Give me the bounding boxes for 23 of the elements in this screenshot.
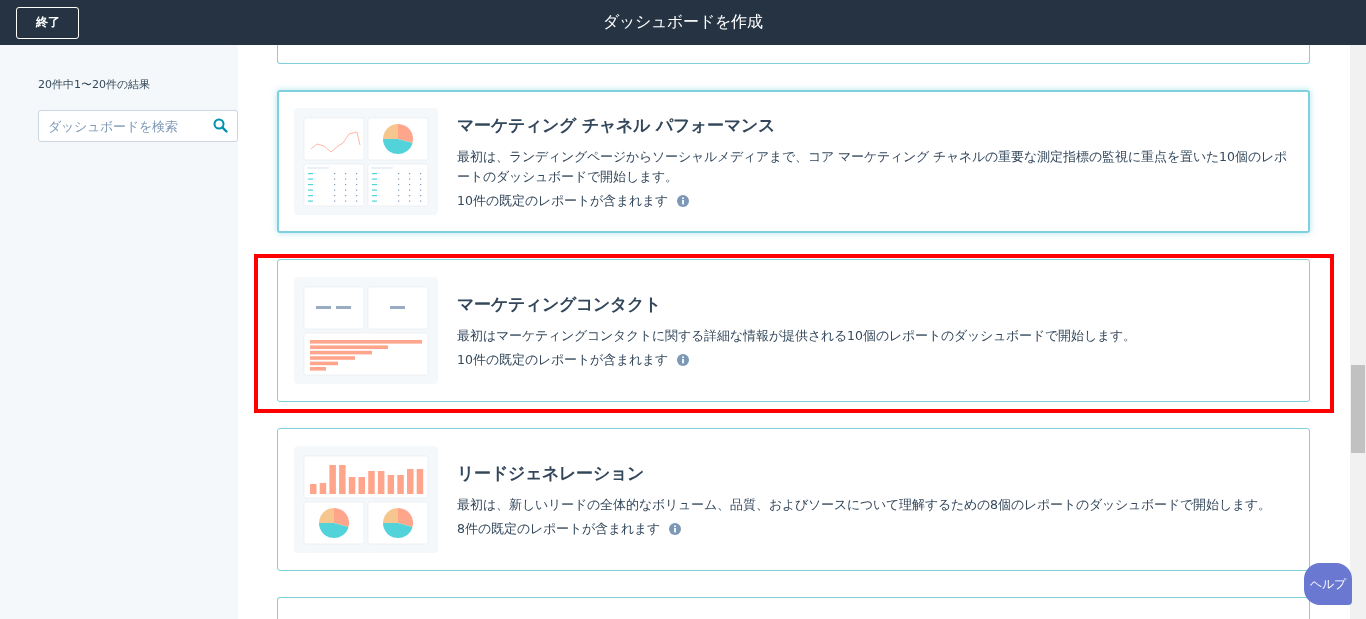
card-title: リードジェネレーション	[457, 461, 645, 485]
scrollbar[interactable]	[1350, 45, 1366, 619]
report-count: 8件の既定のレポートが含まれます	[457, 520, 660, 538]
dashboard-card[interactable]: マーケティングコンタクト 最初はマーケティングコンタクトに関する詳細な情報が提供される10個のレポートのダッシュボードで開始します。 10件の既定のレポートが含まれます	[277, 259, 1310, 402]
card-description: 最初は、ランディングページからソーシャルメディアまで、コア マーケティング チャネルの重要な測定指標の監視に重点を置いた10個のレポートのダッシュボードで開始します。	[457, 147, 1288, 186]
card-title: マーケティング チャネル パフォーマンス	[457, 113, 776, 137]
report-count: 10件の既定のレポートが含まれます	[457, 192, 668, 210]
report-count: 10件の既定のレポートが含まれます	[457, 351, 668, 369]
page-title: ダッシュボードを作成	[603, 12, 763, 33]
result-count: 20件中1〜20件の結果	[38, 77, 150, 92]
exit-button[interactable]: 終了	[16, 6, 79, 39]
search-icon[interactable]	[213, 118, 228, 133]
dashboard-card[interactable]: マーケティング チャネル パフォーマンス 最初は、ランディングページからソーシャルメディアまで、コア マーケティング チャネルの重要な測定指標の監視に重点を置いた10個のレポートのダッシュボードで開始します。 10件の既定のレポートが含まれます	[277, 90, 1310, 233]
dashboard-card[interactable]: リードジェネレーション 最初は、新しいリードの全体的なボリューム、品質、およびソースについて理解するための8個のレポートのダッシュボードで開始します。 8件の既定のレポートが含まれます	[277, 428, 1310, 571]
card-title: マーケティングコンタクト	[457, 292, 662, 316]
info-icon[interactable]	[676, 195, 689, 207]
info-icon[interactable]	[668, 523, 681, 535]
help-button[interactable]: ヘルプ	[1304, 563, 1352, 605]
card-description: 最初はマーケティングコンタクトに関する詳細な情報が提供される10個のレポートのダッシュボードで開始します。	[457, 326, 1137, 345]
card-description: 最初は、新しいリードの全体的なボリューム、品質、およびソースについて理解するための8個のレポートのダッシュボードで開始します。	[457, 495, 1272, 514]
search-field[interactable]: ダッシュボードを検索	[38, 110, 238, 142]
scrollbar-thumb[interactable]	[1351, 365, 1365, 453]
info-icon[interactable]	[676, 354, 689, 366]
